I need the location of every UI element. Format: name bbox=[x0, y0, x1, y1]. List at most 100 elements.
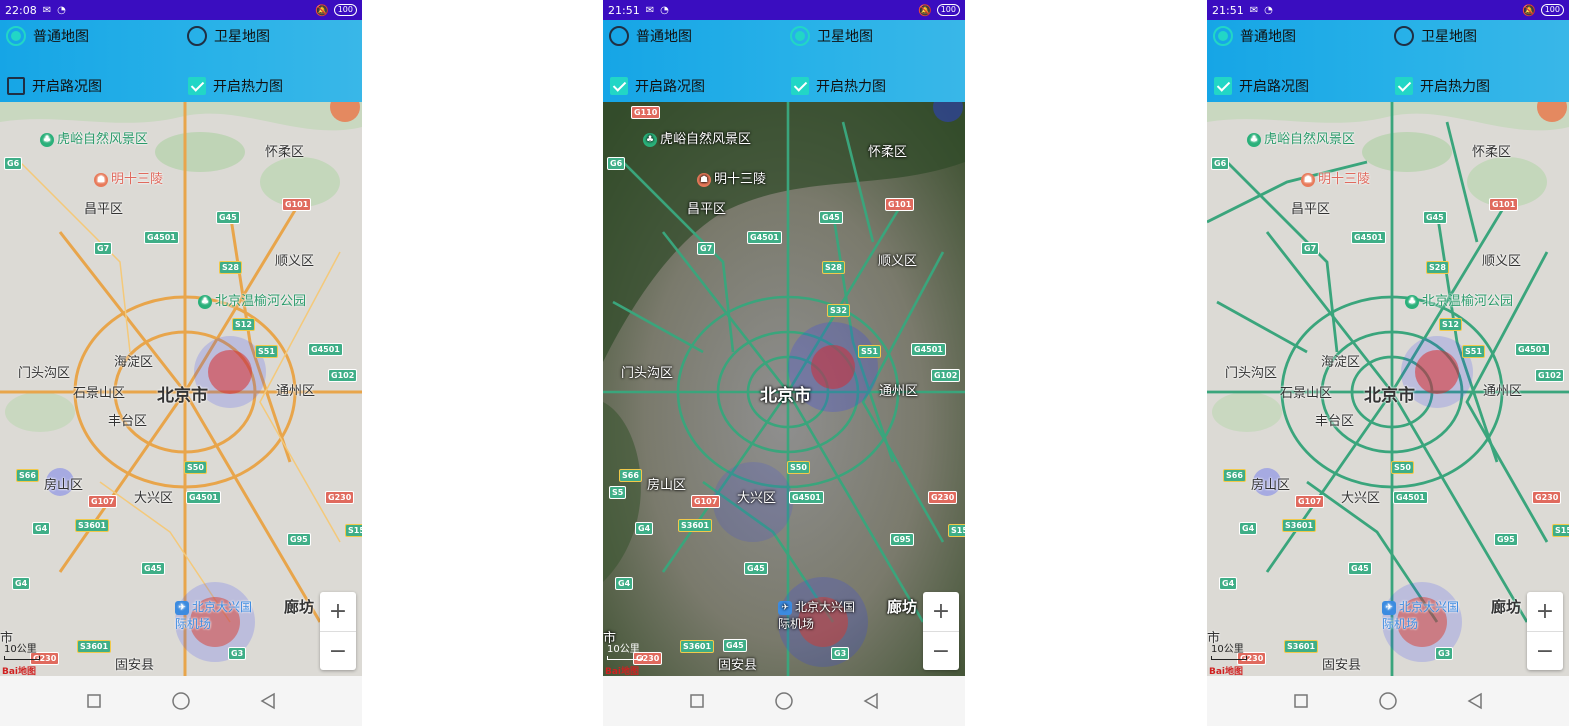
radio-normal-map[interactable]: 普通地图 bbox=[6, 24, 89, 48]
checkbox-traffic-box[interactable] bbox=[1214, 77, 1232, 95]
map-label-fangshan: 房山区 bbox=[1251, 478, 1291, 493]
back-button[interactable] bbox=[1460, 686, 1490, 716]
radio-normal-indicator[interactable] bbox=[1213, 26, 1233, 46]
radio-satellite-indicator[interactable] bbox=[187, 26, 207, 46]
road-shield: G6 bbox=[1211, 157, 1230, 170]
park-icon: ♣ bbox=[1247, 132, 1261, 147]
circle-icon bbox=[1379, 692, 1397, 710]
radio-satellite-map[interactable]: 卫星地图 bbox=[790, 24, 873, 48]
road-shield: S15 bbox=[345, 524, 362, 537]
battery-icon: 100 bbox=[1540, 4, 1564, 16]
map-label-wenyu[interactable]: ♣ 北京温榆河公园 bbox=[198, 290, 306, 309]
home-button[interactable] bbox=[1373, 686, 1403, 716]
zoom-out-button[interactable]: − bbox=[1527, 631, 1563, 670]
map-label-haidian: 海淀区 bbox=[1321, 355, 1361, 370]
road-shield: G45 bbox=[216, 211, 240, 224]
battery-icon: 100 bbox=[333, 4, 357, 16]
map-label-langfang: 廊坊 bbox=[1491, 598, 1522, 616]
alarm-off-icon: 🔕 bbox=[315, 3, 329, 17]
checkbox-heatmap-box[interactable] bbox=[791, 77, 809, 95]
map-label-fengtai: 丰台区 bbox=[108, 414, 148, 429]
road-shield: G45 bbox=[744, 562, 768, 575]
radio-normal-indicator[interactable] bbox=[6, 26, 26, 46]
road-shield: G107 bbox=[1295, 495, 1325, 508]
status-bar: 21:51 ✉ ◔ 🔕 100 bbox=[603, 0, 965, 20]
map-label-wenyu[interactable]: ♣ 北京温榆河公园 bbox=[1405, 290, 1513, 309]
map-label-shunyi: 顺义区 bbox=[275, 254, 315, 269]
home-button[interactable] bbox=[769, 686, 799, 716]
map-label-beijing: 北京市 bbox=[157, 386, 208, 406]
road-shield: S50 bbox=[787, 461, 810, 474]
checkbox-heatmap[interactable]: 开启热力图 bbox=[791, 74, 886, 98]
battery-icon: 100 bbox=[936, 4, 960, 16]
checkbox-traffic[interactable]: 开启路况图 bbox=[1214, 74, 1309, 98]
zoom-out-button[interactable]: − bbox=[923, 631, 959, 670]
radio-normal-map[interactable]: 普通地图 bbox=[1213, 24, 1296, 48]
map-scale-bar bbox=[607, 656, 643, 660]
circle-icon bbox=[172, 692, 190, 710]
zoom-in-button[interactable]: + bbox=[320, 592, 356, 631]
road-shield: G102 bbox=[1535, 369, 1565, 382]
zoom-in-button[interactable]: + bbox=[923, 592, 959, 631]
checkbox-heatmap-box[interactable] bbox=[188, 77, 206, 95]
map-label-huairou: 怀柔区 bbox=[1472, 145, 1512, 160]
map-label-huyu[interactable]: ♣ 虎峪自然风景区 bbox=[643, 128, 751, 147]
map-label-huairou: 怀柔区 bbox=[265, 145, 305, 160]
checkbox-traffic[interactable]: 开启路况图 bbox=[7, 74, 102, 98]
map-view[interactable]: ♣ 虎峪自然风景区 怀柔区 ☗ 明十三陵 昌平区 顺义区 ♣ 北京温榆河公园 海淀区 … bbox=[0, 102, 362, 676]
map-label-shunyi: 顺义区 bbox=[878, 254, 918, 269]
park-icon: ♣ bbox=[1405, 294, 1419, 309]
road-shield: S51 bbox=[1462, 345, 1485, 358]
notification-icon: ✉ bbox=[1249, 4, 1259, 16]
checkbox-heatmap[interactable]: 开启热力图 bbox=[1395, 74, 1490, 98]
map-view[interactable]: ♣ 虎峪自然风景区 怀柔区 ☗ 明十三陵 昌平区 顺义区 ♣ 北京温榆河公园 海淀区 … bbox=[1207, 102, 1569, 676]
road-shield: G4501 bbox=[1393, 491, 1428, 504]
map-label-airport[interactable]: ✈ 北京大兴国际机场 bbox=[1382, 598, 1462, 632]
road-shield: G7 bbox=[697, 242, 716, 255]
checkbox-traffic-box[interactable] bbox=[7, 77, 25, 95]
map-label-huyu[interactable]: ♣ 虎峪自然风景区 bbox=[40, 128, 148, 147]
road-shield: G4501 bbox=[747, 231, 782, 244]
map-scale-bar bbox=[4, 656, 40, 660]
road-shield: S3601 bbox=[678, 519, 713, 532]
road-shield: S28 bbox=[822, 261, 845, 274]
radio-satellite-indicator[interactable] bbox=[1394, 26, 1414, 46]
radio-normal-map[interactable]: 普通地图 bbox=[609, 24, 692, 48]
checkbox-traffic-box[interactable] bbox=[610, 77, 628, 95]
checkbox-traffic[interactable]: 开启路况图 bbox=[610, 74, 705, 98]
map-view[interactable]: ♣ 虎峪自然风景区 怀柔区 ☗ 明十三陵 昌平区 顺义区 门头沟区 北京市 通州区 … bbox=[603, 102, 965, 676]
road-shield: S51 bbox=[255, 345, 278, 358]
map-label-airport[interactable]: ✈ 北京大兴国际机场 bbox=[778, 598, 858, 632]
status-bar: 22:08 ✉ ◔ 🔕 100 bbox=[0, 0, 362, 20]
road-shield: G45 bbox=[723, 639, 747, 652]
radio-satellite-indicator[interactable] bbox=[790, 26, 810, 46]
airport-icon: ✈ bbox=[778, 600, 792, 615]
back-button[interactable] bbox=[856, 686, 886, 716]
zoom-in-button[interactable]: + bbox=[1527, 592, 1563, 631]
radio-satellite-map[interactable]: 卫星地图 bbox=[187, 24, 270, 48]
wifi-icon: ◔ bbox=[57, 4, 66, 16]
road-shield: G4501 bbox=[308, 343, 343, 356]
zoom-out-button[interactable]: − bbox=[320, 631, 356, 670]
recent-apps-button[interactable] bbox=[682, 686, 712, 716]
notification-icon: ✉ bbox=[645, 4, 655, 16]
baidu-logo: Bai地图 bbox=[1209, 667, 1244, 676]
radio-satellite-map[interactable]: 卫星地图 bbox=[1394, 24, 1477, 48]
back-button[interactable] bbox=[253, 686, 283, 716]
recent-apps-button[interactable] bbox=[1286, 686, 1316, 716]
checkbox-heatmap-box[interactable] bbox=[1395, 77, 1413, 95]
checkbox-heatmap[interactable]: 开启热力图 bbox=[188, 74, 283, 98]
radio-satellite-label: 卫星地图 bbox=[1421, 29, 1477, 45]
home-button[interactable] bbox=[166, 686, 196, 716]
map-label-airport[interactable]: ✈ 北京大兴国际机场 bbox=[175, 598, 255, 632]
map-label-ming13[interactable]: ☗ 明十三陵 bbox=[697, 168, 766, 187]
recent-apps-button[interactable] bbox=[79, 686, 109, 716]
map-label-changping: 昌平区 bbox=[84, 202, 124, 217]
radio-normal-indicator[interactable] bbox=[609, 26, 629, 46]
road-shield: G102 bbox=[328, 369, 358, 382]
map-label-ming13[interactable]: ☗ 明十三陵 bbox=[94, 168, 163, 187]
map-label-ming13[interactable]: ☗ 明十三陵 bbox=[1301, 168, 1370, 187]
map-label-fengtai: 丰台区 bbox=[1315, 414, 1355, 429]
map-label-huyu[interactable]: ♣ 虎峪自然风景区 bbox=[1247, 128, 1355, 147]
zoom-control: + − bbox=[923, 592, 959, 670]
